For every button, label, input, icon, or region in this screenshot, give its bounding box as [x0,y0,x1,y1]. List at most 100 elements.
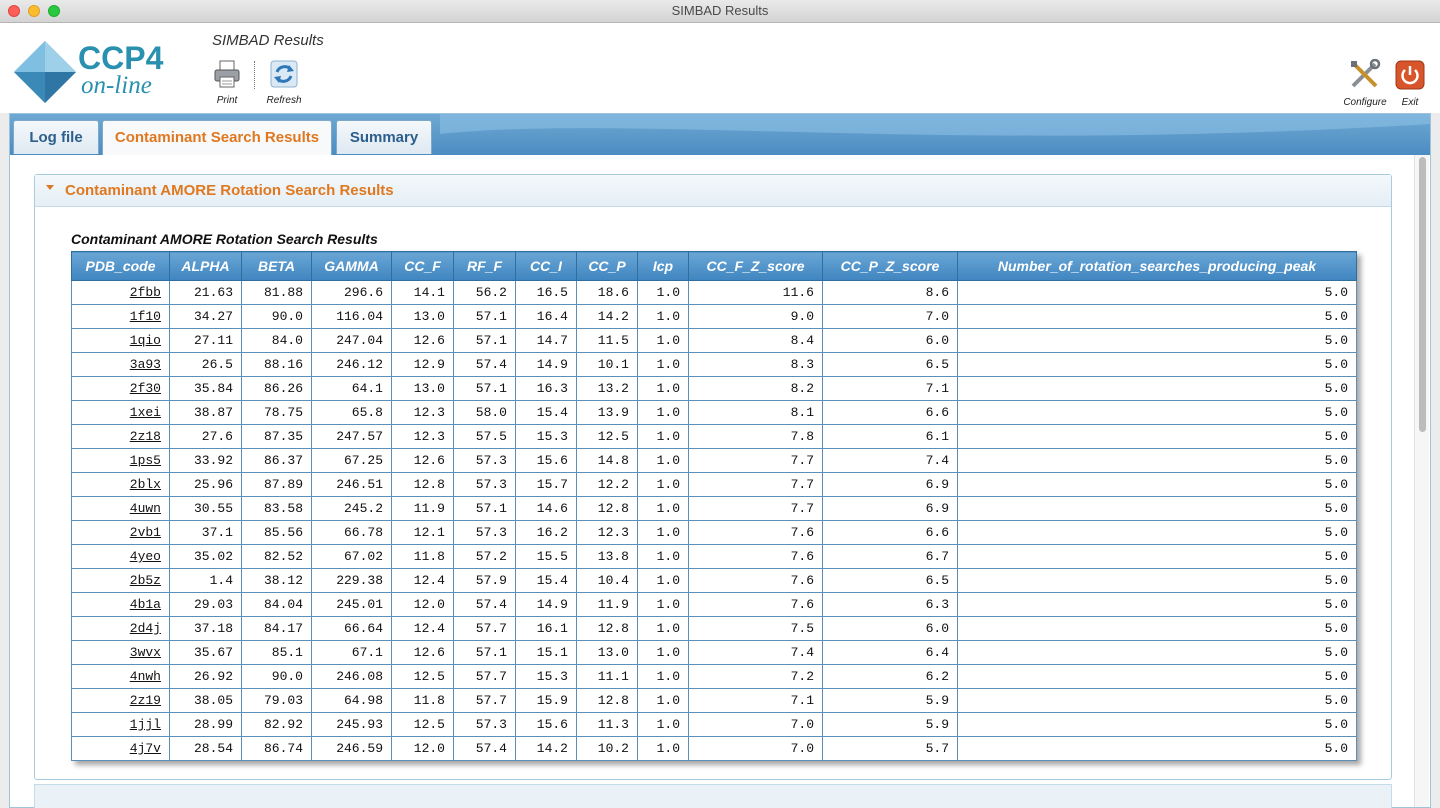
pdb-code-link[interactable]: 2b5z [130,573,161,588]
table-cell: 8.2 [688,376,823,401]
table-cell: 57.1 [453,328,516,353]
table-cell: 57.4 [453,352,516,377]
table-cell: 7.6 [688,544,823,569]
table-cell: 14.1 [391,280,454,305]
pdb-code-link[interactable]: 1ps5 [130,453,161,468]
table-cell: 7.7 [688,496,823,521]
table-cell: 7.2 [688,664,823,689]
pdb-code-link[interactable]: 2fbb [130,285,161,300]
column-header: Icp [637,251,689,281]
table-cell: 12.3 [576,520,638,545]
table-header-row: PDB_code ALPHA BETA GAMMA CC_F RF_F CC_I CC_P Ic… [71,251,1357,281]
exit-button[interactable]: Exit [1380,59,1440,108]
table-cell: 56.2 [453,280,516,305]
table-cell: 11.1 [576,664,638,689]
table-cell: 15.1 [515,640,577,665]
table-cell: 6.1 [822,424,958,449]
collapse-arrow-icon[interactable] [46,185,54,190]
pdb-code-link[interactable]: 2z18 [130,429,161,444]
pdb-code-link[interactable]: 3wvx [130,645,161,660]
tab-summary[interactable]: Summary [336,120,432,154]
table-cell: 15.3 [515,424,577,449]
table-row: 4nwh 26.92 90.0 246.08 12.5 57.7 15.3 11.1 1.0 7.… [71,664,1357,689]
window-minimize-button[interactable] [28,5,40,17]
table-cell: 11.8 [391,544,454,569]
pdb-code-link[interactable]: 1jjl [130,717,161,732]
table-cell: 8.3 [688,352,823,377]
table-cell: 34.27 [169,304,242,329]
table-cell: 5.0 [957,304,1357,329]
table-cell: 1.0 [637,496,689,521]
pdb-code-link[interactable]: 4uwn [130,501,161,516]
table-cell: 6.5 [822,352,958,377]
pdb-code-link[interactable]: 2d4j [130,621,161,636]
pdb-code-link[interactable]: 4j7v [130,741,161,756]
table-cell: 13.2 [576,376,638,401]
window-close-button[interactable] [8,5,20,17]
table-cell: 66.78 [311,520,392,545]
table-row: 1f10 34.27 90.0 116.04 13.0 57.1 16.4 14.2 1.0 9.… [71,304,1357,329]
table-cell: 8.6 [822,280,958,305]
table-cell: 1.0 [637,472,689,497]
pdb-code-link[interactable]: 2z19 [130,693,161,708]
refresh-label: Refresh [266,95,302,106]
exit-label: Exit [1401,97,1419,108]
next-section-header[interactable] [34,784,1392,808]
pdb-code-link[interactable]: 1f10 [130,309,161,324]
pdb-code-link[interactable]: 4nwh [130,669,161,684]
window-maximize-button[interactable] [48,5,60,17]
table-row: 2vb1 37.1 85.56 66.78 12.1 57.3 16.2 12.3 1.0 7.6… [71,520,1357,545]
tab-log-file[interactable]: Log file [13,120,99,154]
refresh-button[interactable]: Refresh [254,59,314,106]
table-cell: 90.0 [241,304,312,329]
pdb-code-link[interactable]: 2vb1 [130,525,161,540]
logo-text: CCP4 [78,40,164,76]
table-cell: 84.0 [241,328,312,353]
pdb-code-link[interactable]: 2blx [130,477,161,492]
pdb-code-cell: 4uwn [71,496,170,521]
table-cell: 57.1 [453,640,516,665]
pdb-code-link[interactable]: 4b1a [130,597,161,612]
pdb-code-link[interactable]: 2f30 [130,381,161,396]
ccp4-logo-gem-icon [14,41,76,103]
table-cell: 58.0 [453,400,516,425]
tab-contaminant-search-results[interactable]: Contaminant Search Results [102,120,332,155]
table-cell: 84.04 [241,592,312,617]
table-row: 1xei 38.87 78.75 65.8 12.3 58.0 15.4 13.9 1.0 8.1… [71,400,1357,425]
table-cell: 5.0 [957,472,1357,497]
table-cell: 28.54 [169,736,242,761]
table-cell: 5.0 [957,352,1357,377]
table-cell: 14.7 [515,328,577,353]
pdb-code-link[interactable]: 1qio [130,333,161,348]
table-cell: 5.0 [957,712,1357,737]
table-cell: 10.1 [576,352,638,377]
table-cell: 6.5 [822,568,958,593]
table-cell: 1.0 [637,640,689,665]
window-titlebar: SIMBAD Results [0,0,1440,23]
section-header[interactable]: Contaminant AMORE Rotation Search Result… [35,175,1391,207]
pdb-code-cell: 1ps5 [71,448,170,473]
pdb-code-cell: 2f30 [71,376,170,401]
table-cell: 8.1 [688,400,823,425]
table-cell: 11.6 [688,280,823,305]
table-cell: 7.0 [822,304,958,329]
results-table: PDB_code ALPHA BETA GAMMA CC_F RF_F CC_I CC_P Ic… [71,251,1357,761]
scrollbar-thumb[interactable] [1419,157,1426,432]
pdb-code-link[interactable]: 1xei [130,405,161,420]
table-cell: 29.03 [169,592,242,617]
table-cell: 6.3 [822,592,958,617]
table-cell: 37.18 [169,616,242,641]
table-cell: 14.8 [576,448,638,473]
pdb-code-link[interactable]: 4yeo [130,549,161,564]
table-cell: 85.1 [241,640,312,665]
pdb-code-link[interactable]: 3a93 [130,357,161,372]
pdb-code-cell: 2z18 [71,424,170,449]
column-header: Number_of_rotation_searches_producing_pe… [957,251,1357,281]
table-cell: 6.2 [822,664,958,689]
table-cell: 15.9 [515,688,577,713]
table-cell: 57.1 [453,496,516,521]
vertical-scrollbar[interactable] [1414,155,1429,807]
print-button[interactable]: Print [197,59,257,106]
pdb-code-cell: 1qio [71,328,170,353]
table-row: 1jjl 28.99 82.92 245.93 12.5 57.3 15.6 11.3 1.0 7… [71,712,1357,737]
